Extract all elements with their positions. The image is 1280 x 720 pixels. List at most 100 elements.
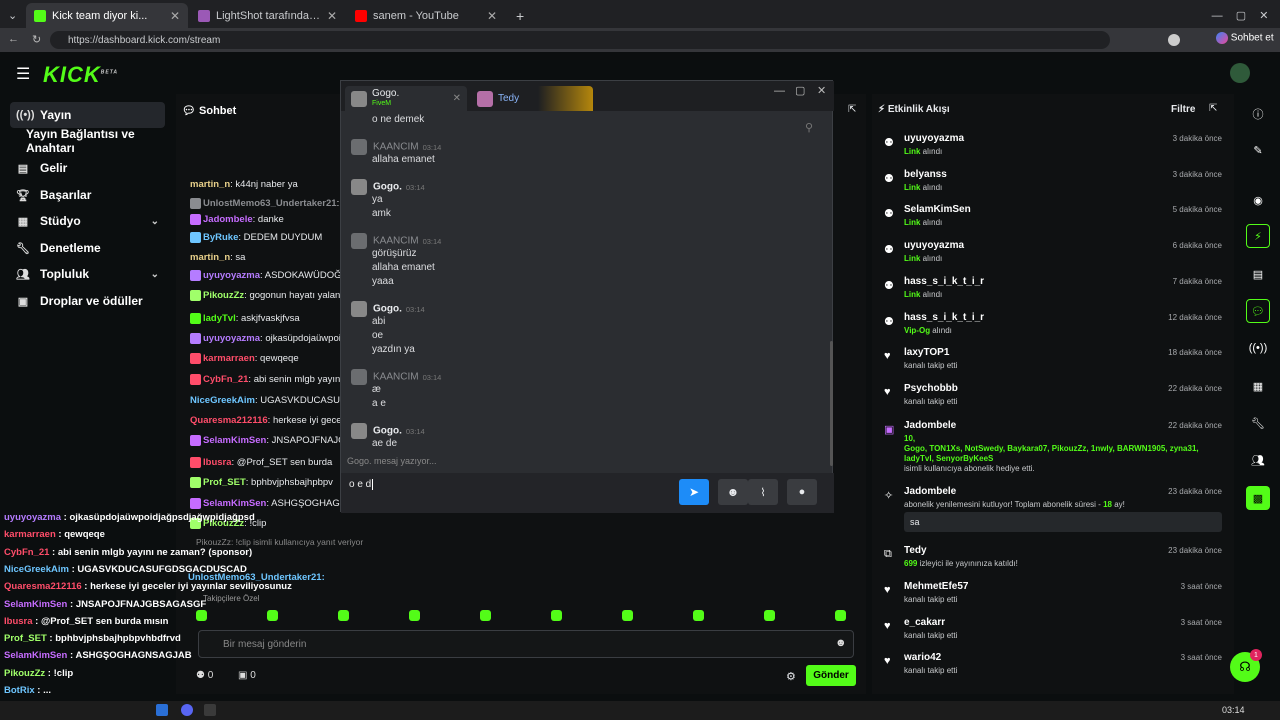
info-icon[interactable]: ⓘ xyxy=(1246,102,1270,126)
new-tab-icon[interactable]: + xyxy=(508,3,530,28)
steam-icon[interactable] xyxy=(204,704,216,716)
emote-icon[interactable] xyxy=(835,610,846,621)
chat-input[interactable]: Bir mesaj gönderin ☻ xyxy=(198,630,854,658)
chat-username[interactable]: Jadombele xyxy=(203,214,253,225)
avatar[interactable] xyxy=(351,139,367,155)
close-icon[interactable]: ✕ xyxy=(1259,9,1268,22)
tab-youtube[interactable]: sanem - YouTube ✕ xyxy=(347,3,505,28)
chat-username[interactable]: karmarraen xyxy=(203,353,255,364)
send-button[interactable]: Gönder xyxy=(806,665,856,686)
microphone-icon[interactable]: ● xyxy=(787,479,817,505)
avatar[interactable] xyxy=(351,179,367,195)
sidebar-item-stream-key[interactable]: Yayın Bağlantısı ve Anahtarı xyxy=(10,127,165,155)
hamburger-menu-icon[interactable]: ☰ xyxy=(16,64,30,84)
activity-name[interactable]: Psychobbb xyxy=(904,383,958,394)
lightning-icon[interactable]: ⚡︎ xyxy=(1246,224,1270,248)
popout-icon[interactable]: ⇱ xyxy=(848,104,856,115)
avatar[interactable] xyxy=(351,369,367,385)
close-icon[interactable]: ✕ xyxy=(817,84,826,97)
discord-icon[interactable] xyxy=(181,704,193,716)
attach-icon[interactable]: ⌇ xyxy=(748,479,778,505)
emote-icon[interactable] xyxy=(551,610,562,621)
minimize-icon[interactable]: — xyxy=(1212,10,1223,22)
activity-name[interactable]: belyanss xyxy=(904,169,947,180)
emoji-icon[interactable]: ☻ xyxy=(718,479,748,505)
chat-username[interactable]: Quaresma212116 xyxy=(190,415,268,426)
avatar[interactable] xyxy=(351,301,367,317)
clapper-icon[interactable]: ▩ xyxy=(1246,486,1270,510)
maximize-icon[interactable]: ▢ xyxy=(1236,9,1246,22)
emote-icon[interactable] xyxy=(338,610,349,621)
people-icon[interactable]: 👥︎ xyxy=(1246,448,1270,472)
sender-name[interactable]: Gogo. xyxy=(373,182,402,193)
sender-name[interactable]: Gogo. xyxy=(373,304,402,315)
sender-name[interactable]: KAANCIM xyxy=(373,236,419,247)
url-field[interactable]: https://dashboard.kick.com/stream xyxy=(50,31,1110,49)
filter-button[interactable]: Filtre xyxy=(1171,104,1195,115)
chat-username[interactable]: uyuyoyazma xyxy=(203,333,260,344)
layout-icon[interactable]: ▦ xyxy=(1246,374,1270,398)
profile-avatar[interactable] xyxy=(1168,34,1180,46)
tab-menu-icon[interactable]: ⌄ xyxy=(0,3,24,28)
emote-icon[interactable] xyxy=(480,610,491,621)
chat-username[interactable]: PikouzZz xyxy=(203,290,244,301)
activity-name[interactable]: hass_s_i_k_t_i_r xyxy=(904,312,984,323)
activity-name[interactable]: e_cakarr xyxy=(904,617,945,628)
window-controls[interactable]: — ▢ ✕ xyxy=(1200,3,1280,28)
chat-username[interactable]: NiceGreekAim xyxy=(190,395,255,406)
app-icon[interactable] xyxy=(156,704,168,716)
sender-name[interactable]: KAANCIM xyxy=(373,142,419,153)
minimize-icon[interactable]: — xyxy=(774,85,785,97)
chat-username[interactable]: UnlostMemo63_Undertaker21 xyxy=(203,198,337,209)
chat-username[interactable]: SelamKimSen xyxy=(203,498,266,509)
sidebar-item-denetleme[interactable]: 🔧︎ Denetleme xyxy=(10,235,165,261)
sidebar-item-yayin[interactable]: ((•)) Yayın xyxy=(10,102,165,128)
popout-icon[interactable]: ⇱ xyxy=(1209,103,1217,114)
sender-name[interactable]: KAANCIM xyxy=(373,372,419,383)
wrench-icon[interactable]: 🔧︎ xyxy=(1246,411,1270,435)
sidebar-item-gelir[interactable]: ▤ Gelir xyxy=(10,155,165,181)
emote-icon[interactable] xyxy=(409,610,420,621)
copilot-button[interactable]: Sohbet et xyxy=(1216,32,1274,44)
emote-icon[interactable] xyxy=(267,610,278,621)
close-tab-icon[interactable]: ✕ xyxy=(453,93,461,104)
close-tab-icon[interactable]: ✕ xyxy=(327,9,337,23)
emote-icon[interactable] xyxy=(622,610,633,621)
emote-icon[interactable] xyxy=(764,610,775,621)
send-message-button[interactable]: ➤ xyxy=(679,479,709,505)
settings-gear-icon[interactable]: ⚙ xyxy=(786,670,796,683)
activity-name[interactable]: uyuyoyazma xyxy=(904,240,964,251)
chat-username[interactable]: martin_n xyxy=(190,252,230,263)
activity-name[interactable]: SelamKimSen xyxy=(904,204,971,215)
sidebar-item-basarilar[interactable]: 🏆︎ Başarılar xyxy=(10,182,165,208)
emoji-icon[interactable]: ☻ xyxy=(835,637,847,649)
messenger-tab-tedy[interactable]: Tedy xyxy=(471,86,593,111)
add-user-icon[interactable]: ⚲ xyxy=(805,121,813,134)
close-tab-icon[interactable]: ✕ xyxy=(170,9,180,23)
chat-username[interactable]: Ibusra xyxy=(203,457,232,468)
avatar[interactable] xyxy=(351,423,367,439)
support-button[interactable]: ☊ 1 xyxy=(1230,649,1262,682)
emote-icon[interactable] xyxy=(693,610,704,621)
emote-icon[interactable] xyxy=(196,610,207,621)
document-icon[interactable]: ▤ xyxy=(1246,262,1270,286)
close-tab-icon[interactable]: ✕ xyxy=(487,9,497,23)
avatar[interactable] xyxy=(351,233,367,249)
kick-logo[interactable]: KICKBETA xyxy=(43,62,118,88)
activity-name[interactable]: uyuyoyazma xyxy=(904,133,964,144)
activity-name[interactable]: MehmetEfe57 xyxy=(904,581,968,592)
activity-name[interactable]: hass_s_i_k_t_i_r xyxy=(904,276,984,287)
tab-lightshot[interactable]: LightShot tarafından Ekran Görüntü ✕ xyxy=(190,3,345,28)
reload-icon[interactable]: ↻ xyxy=(32,33,41,46)
sidebar-item-studyo[interactable]: ▦ Stüdyo ⌄ xyxy=(10,208,165,234)
messenger-input[interactable]: o e d xyxy=(349,479,374,490)
sender-name[interactable]: Gogo. xyxy=(373,426,402,437)
user-avatar[interactable] xyxy=(1230,63,1250,83)
back-icon[interactable]: ← xyxy=(8,33,19,45)
activity-name[interactable]: laxyTOP1 xyxy=(904,347,949,358)
messenger-tab-gogo[interactable]: Gogo. FiveM ✕ xyxy=(345,86,467,111)
chat-username[interactable]: ByRuke xyxy=(203,232,238,243)
chat-username[interactable]: ladyTvl xyxy=(203,313,236,324)
camera-icon[interactable]: ◉ xyxy=(1246,188,1270,212)
sidebar-item-droplar[interactable]: ▣ Droplar ve ödüller xyxy=(10,288,165,314)
